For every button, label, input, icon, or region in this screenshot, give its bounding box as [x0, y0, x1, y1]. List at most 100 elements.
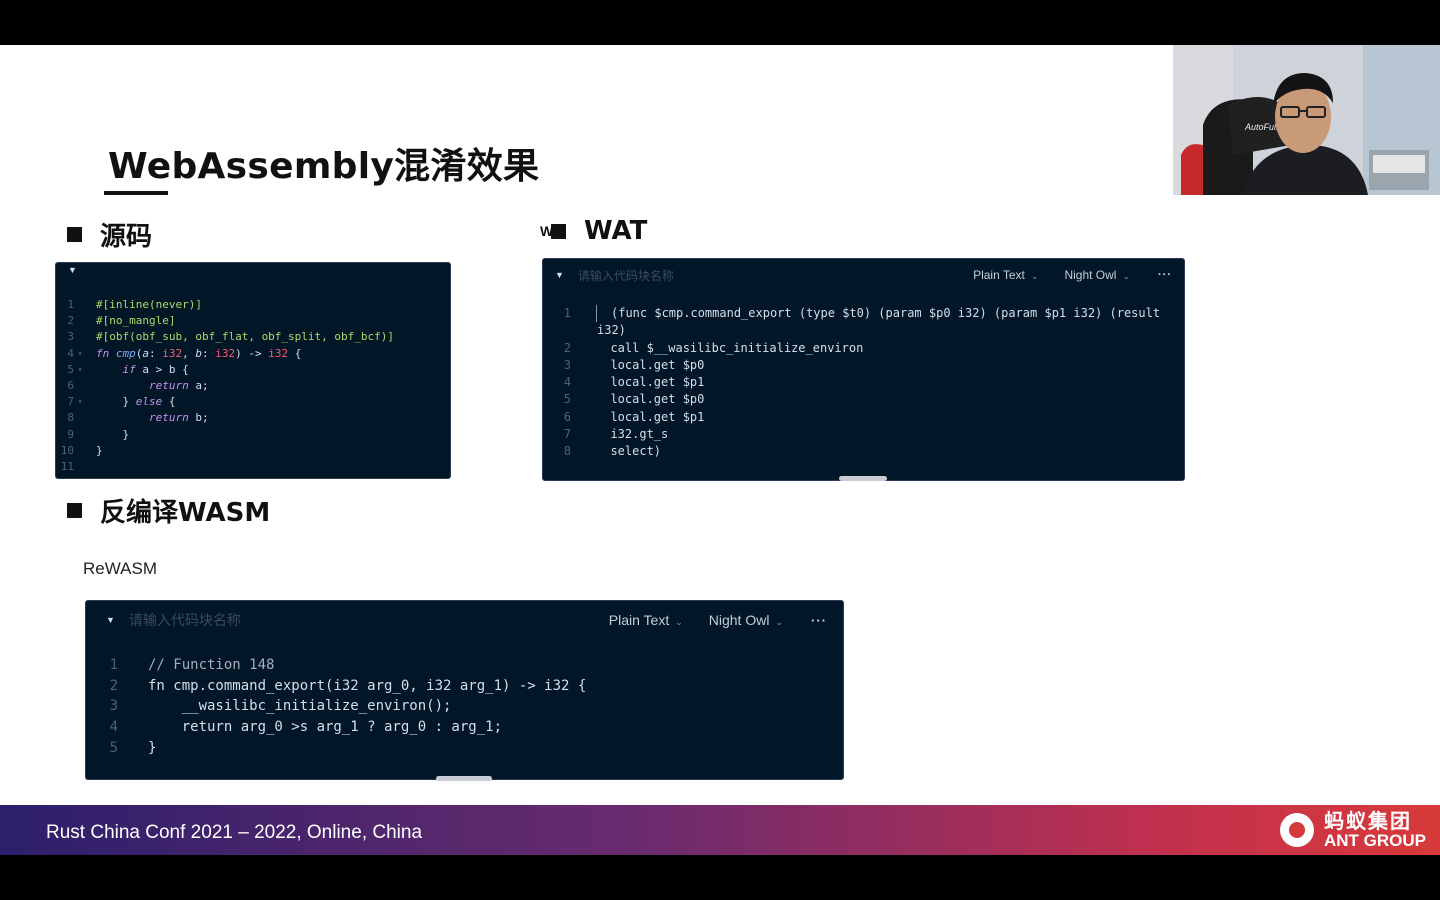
- code-token: }: [96, 443, 103, 457]
- line-number: 9: [67, 427, 74, 441]
- line-number: 5: [563, 392, 571, 407]
- ant-logo-icon: [1280, 813, 1314, 847]
- fold-arrow-icon: ▾: [77, 397, 83, 407]
- code-text: call $__wasilibc_initialize_environ: [596, 340, 864, 355]
- code-token: {: [162, 395, 176, 409]
- section-heading-wat: WAT: [551, 216, 647, 246]
- collapse-chevron-icon[interactable]: ▼: [555, 270, 564, 280]
- theme-dropdown[interactable]: Night Owl ⌄: [709, 612, 783, 628]
- line-number: 5: [67, 362, 74, 376]
- conference-title: Rust China Conf 2021 – 2022, Online, Chi…: [46, 822, 423, 843]
- code-block-name-input[interactable]: 请输入代码块名称: [578, 267, 674, 284]
- code-line: 5}: [86, 738, 843, 759]
- language-label: Plain Text: [608, 612, 670, 628]
- code-text: return a;: [96, 378, 209, 394]
- line-number: 8: [563, 444, 571, 459]
- code-line: 8 select): [543, 443, 1184, 460]
- code-token: a: [142, 346, 149, 360]
- theme-dropdown[interactable]: Night Owl ⌄: [1064, 268, 1130, 282]
- code-text: #[inline(never)]: [96, 297, 202, 313]
- code-token: a > b {: [135, 362, 189, 376]
- bullet-square-icon: [551, 223, 566, 239]
- language-dropdown[interactable]: Plain Text ⌄: [609, 612, 683, 628]
- source-code-body: 1 #[inline(never)] 2 #[no_mangle] 3 #[obf(obf…: [56, 277, 450, 475]
- line-number: 4: [563, 375, 571, 390]
- line-number: 11: [60, 460, 74, 474]
- line-number: 2: [563, 340, 571, 355]
- code-text: select): [596, 444, 662, 459]
- chevron-down-icon: ⌄: [1030, 271, 1039, 281]
- chevron-down-icon: ⌄: [775, 617, 783, 627]
- code-text: #[obf(obf_sub, obf_flat, obf_split, obf_…: [96, 329, 394, 345]
- code-line: 6 local.get $p1: [543, 409, 1184, 426]
- code-line: 2 call $__wasilibc_initialize_environ: [543, 340, 1184, 357]
- slide-title: WebAssembly混淆效果: [108, 146, 540, 187]
- code-text: local.get $p0: [596, 357, 705, 372]
- code-line: 1 #[inline(never)]: [56, 297, 450, 313]
- chevron-down-icon: ⌄: [1122, 271, 1130, 281]
- code-line: 9 }: [56, 427, 450, 443]
- scrollbar-handle[interactable]: [839, 476, 887, 481]
- more-options-button[interactable]: ···: [811, 613, 827, 628]
- language-label: Plain Text: [973, 268, 1025, 282]
- language-dropdown[interactable]: Plain Text ⌄: [973, 268, 1038, 282]
- line-number: [543, 322, 571, 339]
- fold-arrow-icon: [74, 329, 86, 345]
- code-text: #[no_mangle]: [96, 313, 175, 329]
- fold-arrow-icon: [74, 378, 86, 394]
- line-number: 3: [67, 330, 74, 344]
- collapse-chevron-icon[interactable]: ▼: [68, 265, 77, 275]
- ant-group-logo: 蚂蚁集团 ANT GROUP: [1280, 805, 1426, 855]
- code-token: i32: [268, 346, 289, 360]
- code-text: i32.gt_s: [596, 427, 669, 442]
- code-text: (func $cmp.command_export (type $t0) (pa…: [596, 305, 1160, 323]
- line-number: 2: [109, 677, 118, 694]
- code-token: i32: [162, 346, 183, 360]
- section-label-source: 源码: [100, 222, 153, 252]
- code-text: __wasilibc_initialize_environ();: [148, 698, 452, 715]
- fold-arrow-icon: [74, 459, 86, 475]
- code-token: }: [96, 427, 130, 441]
- code-line: 2 #[no_mangle]: [56, 313, 450, 329]
- code-text: if a > b {: [96, 362, 189, 378]
- code-text: } else {: [96, 394, 176, 410]
- wat-code-panel: ▼ 请输入代码块名称 Plain Text ⌄ Night Owl ⌄ ··· 1 (…: [542, 258, 1185, 481]
- line-number: 6: [563, 409, 571, 424]
- scrollbar-handle[interactable]: [436, 776, 492, 781]
- code-token: #[obf(obf_sub, obf_flat, obf_split, obf_…: [96, 330, 395, 344]
- code-token: else: [135, 395, 163, 409]
- code-token: return: [148, 411, 189, 425]
- line-number: 7: [563, 427, 571, 442]
- line-number: 5: [109, 739, 118, 756]
- source-code-panel: ▼ 1 #[inline(never)] 2 #[no_mangle] 3 #[obf(o…: [55, 262, 451, 479]
- code-line: 3 local.get $p0: [543, 357, 1184, 374]
- code-token: }: [96, 395, 136, 409]
- bullet-square-icon: [67, 227, 82, 242]
- code-token: :: [149, 346, 163, 360]
- presenter-video-frame: AutoFull: [1173, 45, 1440, 195]
- collapse-chevron-icon[interactable]: ▼: [106, 615, 115, 625]
- code-text: }: [96, 443, 103, 459]
- code-token: #[no_mangle]: [96, 314, 176, 328]
- code-token: a;: [188, 379, 209, 393]
- rewasm-code-body: 1 // Function 148 2 fn cmp.command_export(i…: [86, 639, 843, 759]
- section-heading-decompile: 反编译WASM: [67, 492, 270, 529]
- code-line: 4 return arg_0 >s arg_1 ? arg_0 : arg_1;: [86, 717, 843, 738]
- code-line: i32): [543, 322, 1184, 339]
- code-line: 3 __wasilibc_initialize_environ();: [86, 696, 843, 717]
- code-line: 3 #[obf(obf_sub, obf_flat, obf_split, obf…: [56, 329, 450, 345]
- code-token: return: [148, 379, 189, 393]
- conference-footer: Rust China Conf 2021 – 2022, Online, Chi…: [0, 805, 1440, 855]
- logo-chinese-text: 蚂蚁集团: [1324, 810, 1412, 833]
- code-block-name-input[interactable]: 请输入代码块名称: [129, 610, 241, 630]
- code-line: 7 ▾ } else {: [56, 394, 450, 410]
- code-line: 4 ▾ fn cmp(a: i32, b: i32) -> i32 {: [56, 346, 450, 362]
- code-text: }: [148, 739, 157, 756]
- line-number: 6: [67, 379, 74, 393]
- code-text: local.get $p1: [596, 375, 705, 390]
- rewasm-panel-header: ▼ 请输入代码块名称 Plain Text ⌄ Night Owl ⌄ ···: [86, 601, 843, 639]
- more-options-button[interactable]: ···: [1158, 269, 1172, 281]
- fold-arrow-icon: [74, 410, 86, 426]
